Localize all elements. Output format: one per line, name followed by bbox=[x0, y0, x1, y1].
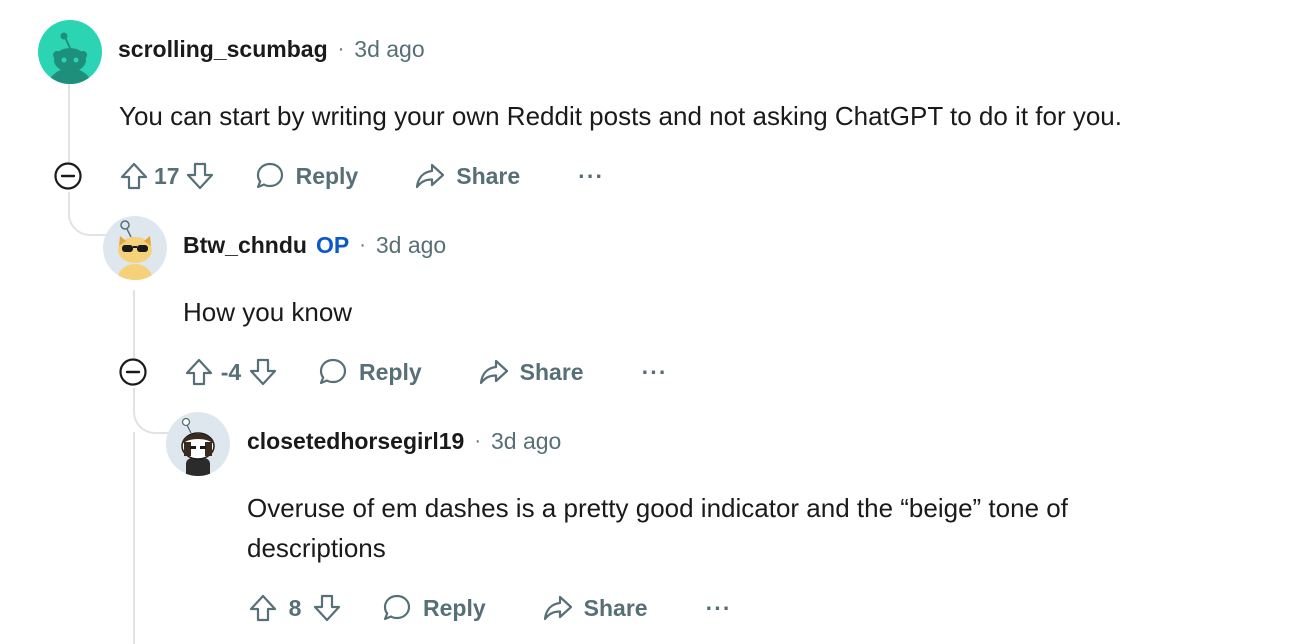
separator-dot: · bbox=[359, 234, 366, 256]
thread-connector-2 bbox=[133, 388, 169, 434]
more-options-button[interactable]: ··· bbox=[642, 359, 668, 386]
avatar[interactable] bbox=[166, 412, 230, 476]
username[interactable]: closetedhorsegirl19 bbox=[247, 428, 464, 455]
separator-dot: · bbox=[337, 38, 345, 60]
thread-line-2 bbox=[133, 290, 135, 358]
reply-label: Reply bbox=[295, 162, 359, 189]
share-label: Share bbox=[456, 162, 521, 189]
collapse-thread-icon[interactable] bbox=[53, 161, 83, 191]
reply-icon bbox=[383, 594, 411, 621]
more-options-button[interactable]: ··· bbox=[706, 595, 732, 622]
share-label: Share bbox=[583, 594, 648, 621]
more-options-button[interactable]: ··· bbox=[578, 163, 604, 190]
comment-body: Overuse of em dashes is a pretty good in… bbox=[247, 493, 1068, 563]
downvote-icon[interactable] bbox=[311, 592, 343, 624]
avatar[interactable] bbox=[38, 20, 102, 84]
comment-meta: closetedhorsegirl19 · 3d ago bbox=[247, 428, 561, 455]
separator-dot: · bbox=[474, 430, 481, 452]
reply-button[interactable]: Reply bbox=[317, 356, 422, 388]
timestamp[interactable]: 3d ago bbox=[491, 428, 561, 455]
username[interactable]: Btw_chndu bbox=[183, 232, 307, 259]
comment-meta: Btw_chndu OP · 3d ago bbox=[183, 232, 446, 259]
op-badge: OP bbox=[315, 232, 350, 258]
thread-line-1 bbox=[68, 84, 70, 162]
snoo-avatar-icon bbox=[181, 417, 215, 476]
vote-count: 8 bbox=[288, 594, 302, 621]
upvote-icon[interactable] bbox=[118, 160, 150, 192]
snoo-avatar-icon bbox=[118, 220, 152, 280]
avatar[interactable] bbox=[103, 216, 167, 280]
share-button[interactable]: Share bbox=[542, 592, 648, 624]
comment-body: You can start by writing your own Reddit… bbox=[119, 101, 1122, 131]
timestamp[interactable]: 3d ago bbox=[354, 36, 424, 63]
reply-button[interactable]: Reply bbox=[254, 160, 359, 192]
vote-count: -4 bbox=[220, 358, 242, 385]
share-button[interactable]: Share bbox=[478, 356, 584, 388]
collapse-thread-icon[interactable] bbox=[118, 357, 148, 387]
comment-actions: 17 Reply Share ··· bbox=[118, 156, 604, 196]
share-label: Share bbox=[519, 358, 584, 385]
reply-button[interactable]: Reply bbox=[381, 592, 486, 624]
timestamp[interactable]: 3d ago bbox=[376, 232, 446, 259]
downvote-icon[interactable] bbox=[184, 160, 216, 192]
snoo-avatar-icon bbox=[47, 32, 93, 84]
upvote-icon[interactable] bbox=[183, 356, 215, 388]
comment-actions: -4 Reply Share ··· bbox=[183, 352, 668, 392]
upvote-icon[interactable] bbox=[247, 592, 279, 624]
reply-label: Reply bbox=[359, 358, 422, 385]
username[interactable]: scrolling_scumbag bbox=[118, 36, 328, 63]
share-button[interactable]: Share bbox=[414, 160, 520, 192]
share-icon bbox=[479, 359, 508, 385]
reply-icon bbox=[319, 358, 347, 385]
comment-actions: 8 Reply Share ··· bbox=[247, 588, 732, 628]
comment-meta: scrolling_scumbag · 3d ago bbox=[118, 36, 425, 63]
thread-connector-1 bbox=[68, 192, 106, 236]
downvote-icon[interactable] bbox=[247, 356, 279, 388]
share-icon bbox=[416, 163, 445, 189]
share-icon bbox=[543, 595, 572, 621]
vote-count: 17 bbox=[154, 162, 180, 189]
comment-body: How you know bbox=[183, 297, 353, 327]
thread-line-3 bbox=[133, 432, 135, 644]
reply-label: Reply bbox=[423, 594, 486, 621]
reply-icon bbox=[256, 162, 283, 189]
